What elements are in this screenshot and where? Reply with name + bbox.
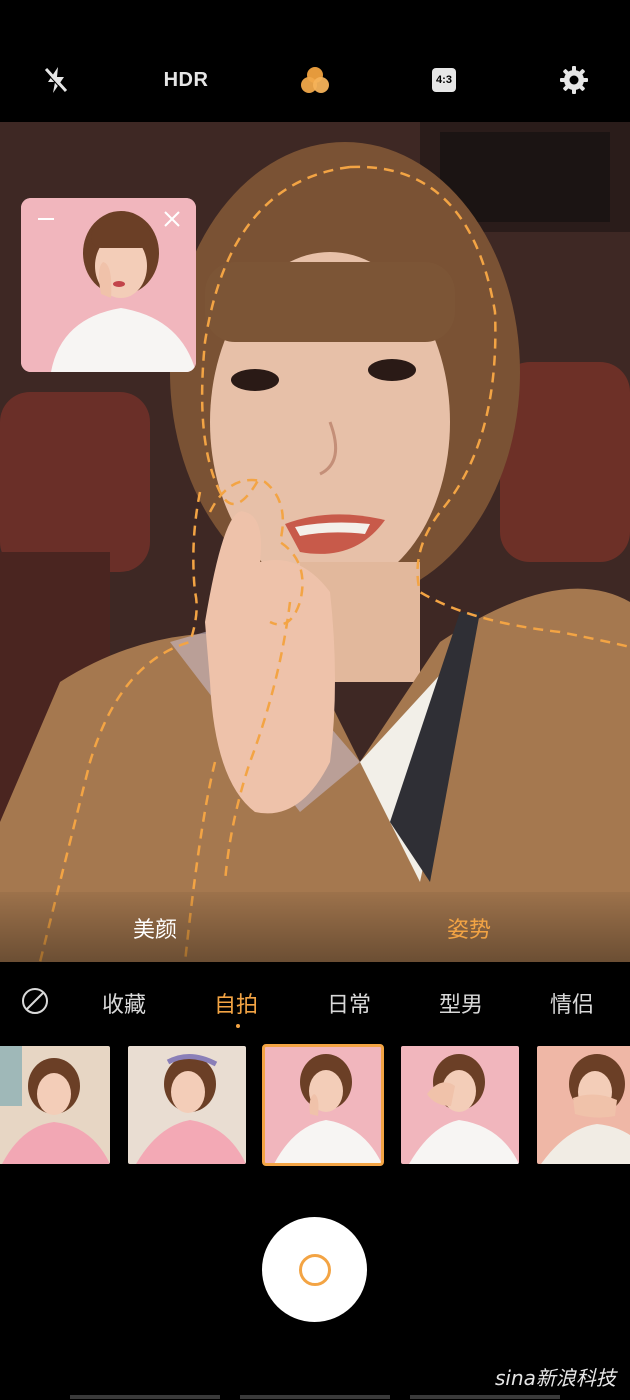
tab-daily[interactable]: 日常	[327, 987, 371, 1019]
tab-favorites[interactable]: 收藏	[102, 987, 146, 1019]
aspect-ratio-label: 4:3	[432, 68, 456, 92]
close-icon[interactable]	[161, 208, 183, 230]
pose-thumbnail[interactable]	[0, 1046, 110, 1164]
mode-pose[interactable]: 姿势	[447, 912, 491, 944]
pose-thumbnail[interactable]	[401, 1046, 519, 1164]
pose-thumbnail-strip	[0, 1044, 630, 1166]
tab-men[interactable]: 型男	[439, 987, 483, 1019]
none-slash-icon[interactable]	[20, 986, 50, 1016]
filter-circles-icon[interactable]	[293, 58, 337, 102]
camera-top-bar: HDR 4:3	[0, 0, 630, 122]
flash-off-icon[interactable]	[34, 58, 78, 102]
tab-selfie[interactable]: 自拍	[214, 987, 258, 1019]
mode-bar	[0, 892, 630, 962]
pose-category-tabs: 收藏 自拍 日常 型男 情侣	[0, 975, 630, 1035]
pose-thumbnail-selected[interactable]	[262, 1044, 384, 1166]
shutter-button[interactable]	[262, 1217, 367, 1322]
pose-preview-window[interactable]	[21, 198, 196, 372]
minimize-icon[interactable]	[35, 208, 57, 230]
watermark: sina新浪科技	[495, 1366, 616, 1390]
pose-thumbnail[interactable]	[537, 1046, 630, 1164]
hdr-toggle[interactable]: HDR	[162, 58, 210, 102]
mode-beauty[interactable]: 美颜	[133, 912, 177, 944]
tab-couple[interactable]: 情侣	[550, 987, 594, 1019]
shutter-ring-icon	[299, 1254, 331, 1286]
hdr-label: HDR	[163, 68, 209, 91]
gear-icon[interactable]	[552, 58, 596, 102]
pose-thumbnail[interactable]	[128, 1046, 246, 1164]
bottom-divider	[70, 1395, 560, 1399]
aspect-ratio-button[interactable]: 4:3	[422, 58, 466, 102]
active-tab-indicator	[236, 1024, 240, 1028]
